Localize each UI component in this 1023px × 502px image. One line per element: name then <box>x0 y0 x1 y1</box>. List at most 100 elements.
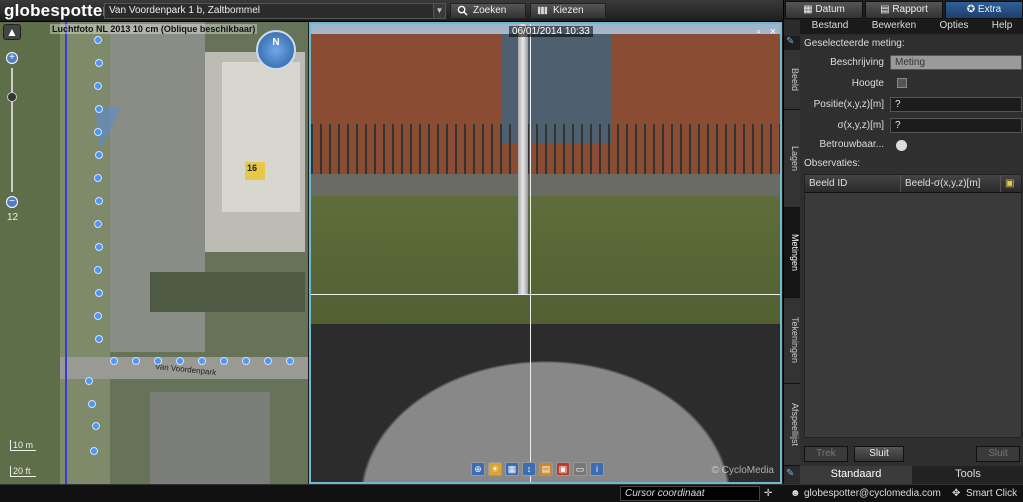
panorama-fence <box>311 124 780 179</box>
calendar-icon: ▦ <box>803 4 816 15</box>
recording-point-icon[interactable] <box>110 357 118 365</box>
recording-point-icon[interactable] <box>264 357 272 365</box>
menu-bar: Bestand Bewerken Opties Help <box>800 20 1023 34</box>
menu-help[interactable]: Help <box>992 20 1013 34</box>
panorama-window-controls: ▫ × <box>757 26 776 38</box>
compass-icon[interactable]: N <box>256 30 296 70</box>
tab-afspeellijst[interactable]: Afspeellijst <box>784 384 800 466</box>
recording-point-icon[interactable] <box>95 335 103 343</box>
recording-point-icon[interactable] <box>90 447 98 455</box>
col-beeld-id[interactable]: Beeld ID <box>805 175 901 192</box>
betrouwbaar-label: Betrouwbaar... <box>819 139 884 150</box>
pin-icon[interactable]: ✎ <box>786 36 798 48</box>
grid-icon[interactable]: ▦ <box>505 462 519 476</box>
panel-top-buttons: ▦ Datum ▤ Rapport ✪ Extra <box>784 0 1023 20</box>
positie-label: Positie(x,y,z)[m] <box>813 99 884 110</box>
recording-point-icon[interactable] <box>94 36 102 44</box>
info-height-icon[interactable]: ↕ <box>522 462 536 476</box>
recording-point-icon[interactable] <box>94 220 102 228</box>
choose-button[interactable]: Kiezen <box>530 3 606 19</box>
rapport-button[interactable]: ▤ Rapport <box>865 1 943 19</box>
table-header: Beeld ID Beeld-σ(x,y,z)[m] ▣ <box>805 175 1021 193</box>
restore-icon[interactable]: ▫ <box>757 26 761 38</box>
menu-bewerken[interactable]: Bewerken <box>872 20 916 34</box>
tab-standaard[interactable]: Standaard <box>800 466 912 484</box>
crosshair-vertical <box>530 24 531 482</box>
recording-point-icon[interactable] <box>95 59 103 67</box>
recording-point-icon[interactable] <box>154 357 162 365</box>
scale-bar-metric: 10 m <box>10 440 36 451</box>
positie-input[interactable]: ? <box>890 97 1022 112</box>
tab-beeld[interactable]: Beeld <box>784 50 800 110</box>
recording-point-icon[interactable] <box>286 357 294 365</box>
recording-point-icon[interactable] <box>95 243 103 251</box>
tab-lagen[interactable]: Lagen <box>784 110 800 208</box>
recording-point-icon[interactable] <box>95 289 103 297</box>
zoom-icon[interactable]: ⊕ <box>471 462 485 476</box>
sun-icon[interactable]: ☀ <box>488 462 502 476</box>
menu-opties[interactable]: Opties <box>939 20 968 34</box>
col-beeld-sigma[interactable]: Beeld-σ(x,y,z)[m] <box>901 175 1001 192</box>
recording-point-icon[interactable] <box>94 312 102 320</box>
recording-date: 06/01/2014 10:33 <box>509 26 593 37</box>
zoom-in-button[interactable]: + <box>6 52 18 64</box>
section-title: Geselecteerde meting: <box>804 38 905 49</box>
zoom-slider-track[interactable] <box>11 68 13 192</box>
recording-point-icon[interactable] <box>132 357 140 365</box>
address-combobox[interactable]: Van Voordenpark 1 b, Zaltbommel ▼ <box>104 3 446 19</box>
pin-bottom-icon[interactable]: ✎ <box>786 468 798 480</box>
recording-point-icon[interactable] <box>95 151 103 159</box>
calendar-icon[interactable]: ▣ <box>556 462 570 476</box>
right-panel: ▦ Datum ▤ Rapport ✪ Extra Bestand Bewerk… <box>783 0 1023 484</box>
beschrijving-input[interactable]: Meting <box>890 55 1022 70</box>
panorama-wall <box>311 174 780 196</box>
tab-tools[interactable]: Tools <box>912 466 1023 484</box>
recording-point-icon[interactable] <box>94 266 102 274</box>
chevron-down-icon[interactable]: ▼ <box>433 4 445 18</box>
recording-point-icon[interactable] <box>92 422 100 430</box>
app-logo: globespotter <box>4 1 110 20</box>
zoom-slider-handle[interactable] <box>7 92 17 102</box>
recording-point-icon[interactable] <box>94 174 102 182</box>
recording-point-icon[interactable] <box>95 197 103 205</box>
panorama-viewer[interactable]: 06/01/2014 10:33 ▫ × ⊕ ☀ ▦ ↕ ▤ ▣ ▭ i © C… <box>309 22 782 484</box>
filter-icon[interactable]: ▣ <box>1001 175 1021 192</box>
print-icon[interactable]: ▭ <box>573 462 587 476</box>
recording-point-icon[interactable] <box>242 357 250 365</box>
tab-tekeningen[interactable]: Tekeningen <box>784 298 800 384</box>
scale-bar-imperial: 20 ft <box>10 466 36 477</box>
recording-point-icon[interactable] <box>94 82 102 90</box>
recording-point-icon[interactable] <box>176 357 184 365</box>
recording-point-icon[interactable] <box>88 400 96 408</box>
recording-point-icon[interactable] <box>85 377 93 385</box>
watermark: © CycloMedia <box>711 465 774 476</box>
book-icon[interactable]: ▤ <box>539 462 553 476</box>
sigma-label: σ(x,y,z)[m] <box>837 120 884 131</box>
measurement-panel: Geselecteerde meting: Beschrijving Metin… <box>800 36 1023 466</box>
crosshair-icon[interactable]: ✛ <box>764 488 772 499</box>
close-icon[interactable]: × <box>770 26 776 38</box>
sigma-input[interactable]: ? <box>890 118 1022 133</box>
search-button[interactable]: Zoeken <box>450 3 526 19</box>
zoom-control[interactable]: ▲ + − 12 <box>3 24 21 224</box>
recording-point-icon[interactable] <box>220 357 228 365</box>
recording-point-icon[interactable] <box>94 128 102 136</box>
extra-button[interactable]: ✪ Extra <box>945 1 1023 19</box>
cursor-coordinate-field[interactable]: Cursor coordinaat <box>620 486 760 501</box>
info-icon[interactable]: i <box>590 462 604 476</box>
pan-up-icon[interactable]: ▲ <box>3 24 21 40</box>
sluit-button[interactable]: Sluit <box>854 446 904 462</box>
user-email: globespotter@cyclomedia.com <box>804 488 941 499</box>
datum-button[interactable]: ▦ Datum <box>785 1 863 19</box>
smart-click-label[interactable]: Smart Click <box>966 488 1017 499</box>
trek-button[interactable]: Trek <box>804 446 848 462</box>
hoogte-checkbox[interactable] <box>897 78 907 88</box>
sluit-right-button[interactable]: Sluit <box>976 446 1020 462</box>
recording-point-icon[interactable] <box>95 105 103 113</box>
vertical-tabs: ✎ Beeld Lagen Metingen Tekeningen Afspee… <box>784 36 800 466</box>
menu-bestand[interactable]: Bestand <box>812 20 849 34</box>
map-view[interactable]: Luchtfoto NL 2013 10 cm (Oblique beschik… <box>0 22 308 484</box>
recording-point-icon[interactable] <box>198 357 206 365</box>
zoom-out-button[interactable]: − <box>6 196 18 208</box>
tab-metingen[interactable]: Metingen <box>784 208 800 298</box>
